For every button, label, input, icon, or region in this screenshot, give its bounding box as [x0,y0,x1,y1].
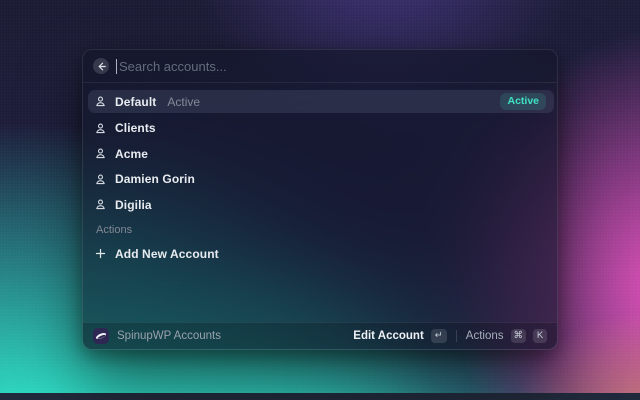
person-icon [94,95,107,108]
enter-key-icon[interactable]: ↵ [430,329,447,343]
actions-menu-trigger[interactable]: Actions [466,330,504,342]
panel-footer: SpinupWP Accounts Edit Account ↵ Actions… [83,322,557,349]
arrow-left-icon [97,62,106,71]
account-row-default[interactable]: Default Active Active [88,90,554,113]
person-icon [94,122,107,135]
cmd-key-icon[interactable]: ⌘ [510,329,526,343]
person-icon [94,147,107,160]
account-name: Damien Gorin [115,172,195,186]
account-subtitle: Active [167,94,201,109]
account-name: Digilia [115,197,152,212]
person-icon [94,198,107,211]
footer-actions: Edit Account ↵ Actions ⌘ K [353,329,547,343]
account-name: Acme [115,146,149,161]
account-name: Default [115,94,157,109]
plus-icon [94,247,107,260]
back-button[interactable] [93,58,109,74]
account-row-digilia[interactable]: Digilia [88,193,554,216]
add-account-label: Add New Account [115,246,219,261]
k-key-icon[interactable]: K [533,329,547,343]
wallpaper-bottom-strip [0,393,640,400]
actions-section-header: Actions [96,224,133,236]
person-icon [94,173,107,186]
edit-account-action[interactable]: Edit Account [353,330,424,342]
spinupwp-logo-icon[interactable] [93,328,109,344]
footer-app-name: SpinupWP Accounts [117,330,221,342]
account-switcher-panel: Default Active Active Clients Acme Damie… [82,49,558,350]
text-caret [116,58,117,74]
account-row-damien-gorin[interactable]: Damien Gorin [88,168,554,191]
account-name: Clients [115,121,156,135]
search-input[interactable] [119,58,547,74]
footer-divider [455,330,457,342]
add-new-account-button[interactable]: Add New Account [88,242,554,265]
active-badge: Active [500,93,546,110]
account-row-clients[interactable]: Clients [88,117,554,140]
search-bar [83,50,557,83]
account-row-acme[interactable]: Acme [88,142,554,165]
